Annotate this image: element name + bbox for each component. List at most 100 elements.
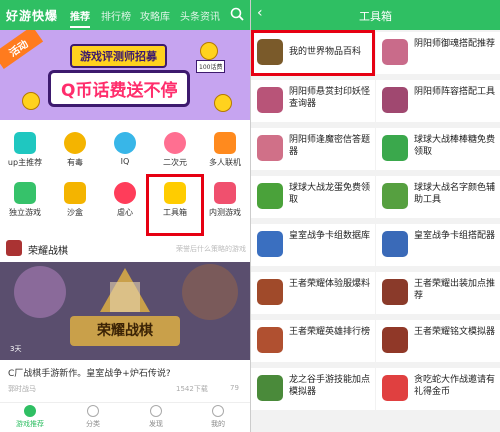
tool-name: 皇室战争卡组搭配器 — [414, 231, 496, 241]
clash-royale-icon — [257, 231, 283, 257]
ball-battle-icon — [382, 135, 408, 161]
tool-item[interactable]: 球球大战名字颜色辅助工具 — [376, 176, 500, 218]
category-heartbreak[interactable]: 虐心 — [100, 182, 150, 218]
grid-icon — [87, 405, 99, 417]
page-title: 工具箱 — [359, 10, 392, 23]
coin-icon — [22, 92, 40, 110]
featured-image[interactable]: 荣耀战棋 3天 — [0, 262, 250, 360]
tool-name: 皇室战争卡组数据库 — [289, 231, 371, 241]
search-icon[interactable] — [230, 7, 244, 21]
skull-icon — [64, 132, 86, 154]
category-grid: up主推荐 有毒 IQ 二次元 多人联机 独立游戏 沙盒 虐心 工具箱 内测游戏 — [0, 124, 250, 232]
tool-item[interactable]: 阴阳师悬赏封印妖怪查询器 — [251, 80, 375, 122]
category-anime[interactable]: 二次元 — [150, 132, 200, 168]
category-multiplayer[interactable]: 多人联机 — [200, 132, 250, 168]
download-count: 1542下载 — [176, 385, 208, 393]
highlight-toolbox — [146, 174, 204, 236]
honor-of-kings-icon — [257, 327, 283, 353]
tab-ranking[interactable]: 排行榜 — [101, 8, 131, 23]
like-count[interactable]: 79 — [230, 384, 239, 392]
tab-news[interactable]: 头条资讯 — [180, 8, 220, 23]
tool-item[interactable]: 皇室战争卡组搭配器 — [376, 224, 500, 266]
smile-icon — [164, 132, 186, 154]
category-iq[interactable]: IQ — [100, 132, 150, 166]
app-logo: 好游快爆 — [6, 9, 59, 23]
tool-item[interactable]: 阴阳师御魂搭配推荐 — [376, 32, 500, 74]
banner-headline: 游戏评测师招募 — [70, 44, 167, 68]
tool-name: 阴阳师阵容搭配工具 — [414, 87, 496, 97]
nav-category[interactable]: 分类 — [73, 405, 113, 429]
tool-name: 贪吃蛇大作战邀请有礼得金币 — [414, 375, 496, 397]
category-label: 独立游戏 — [9, 208, 41, 217]
category-label: 多人联机 — [209, 158, 241, 167]
promo-banner[interactable]: 活动 游戏评测师招募 Q币话费送不停 100话费 — [0, 30, 250, 120]
banner-slogan: Q币话费送不停 — [48, 70, 191, 107]
toolbox-header: ‹ 工具箱 — [251, 0, 500, 30]
ball-battle-icon — [382, 183, 408, 209]
category-sandbox[interactable]: 沙盒 — [50, 182, 100, 218]
category-indie[interactable]: 独立游戏 — [0, 182, 50, 218]
tool-item[interactable]: 王者荣耀出装加点推荐 — [376, 272, 500, 314]
tool-item[interactable]: 阴阳师阵容搭配工具 — [376, 80, 500, 122]
coin-icon — [200, 42, 218, 60]
ball-battle-icon — [257, 183, 283, 209]
tool-item[interactable]: 球球大战棒棒糖免费领取 — [376, 128, 500, 170]
user-icon — [212, 405, 224, 417]
section-subtitle: 荣誉后什么策略的游戏 — [176, 245, 246, 253]
tv-icon — [14, 132, 36, 154]
category-label: 内测游戏 — [209, 208, 241, 217]
snake-icon — [382, 375, 408, 401]
left-panel: 好游快爆 推荐 排行榜 攻略库 头条资讯 活动 游戏评测师招募 Q币话费送不停 … — [0, 0, 250, 432]
section-title: 荣耀战棋 — [28, 246, 68, 257]
tool-item[interactable]: 王者荣耀英雄排行榜 — [251, 320, 375, 362]
tool-name: 阴阳师御魂搭配推荐 — [414, 39, 496, 49]
nav-label: 分类 — [86, 420, 100, 428]
tool-name: 阴阳师悬赏封印妖怪查询器 — [289, 87, 371, 109]
hero-game-title: 荣耀战棋 — [70, 316, 180, 346]
featured-section-header[interactable]: 荣耀战棋 荣誉后什么策略的游戏 — [0, 238, 250, 260]
screen: 好游快爆 推荐 排行榜 攻略库 头条资讯 活动 游戏评测师招募 Q币话费送不停 … — [0, 0, 500, 432]
category-toxic[interactable]: 有毒 — [50, 132, 100, 168]
tool-item[interactable]: 贪吃蛇大作战邀请有礼得金币 — [376, 368, 500, 410]
tool-item[interactable]: 王者荣耀体验服爆料 — [251, 272, 375, 314]
category-beta[interactable]: 内测游戏 — [200, 182, 250, 218]
beta-icon — [214, 182, 236, 204]
nav-label: 我的 — [211, 420, 225, 428]
category-label: 虐心 — [117, 208, 133, 217]
top-bar: 好游快爆 推荐 排行榜 攻略库 头条资讯 — [0, 0, 250, 30]
onmyoji-icon — [382, 87, 408, 113]
clash-royale-icon — [382, 231, 408, 257]
nav-recommend[interactable]: 游戏推荐 — [10, 405, 50, 429]
nav-profile[interactable]: 我的 — [198, 405, 238, 429]
tool-name: 球球大战棒棒糖免费领取 — [414, 135, 496, 157]
onmyoji-icon — [257, 87, 283, 113]
tab-recommend[interactable]: 推荐 — [70, 8, 90, 28]
category-label: 二次元 — [163, 158, 187, 167]
tool-item[interactable]: 皇室战争卡组数据库 — [251, 224, 375, 266]
author-label: 郭时战马 — [8, 385, 36, 393]
tool-name: 球球大战名字颜色辅助工具 — [414, 183, 496, 205]
tool-name: 王者荣耀出装加点推荐 — [414, 279, 496, 301]
onmyoji-icon — [382, 39, 408, 65]
nav-discover[interactable]: 发现 — [136, 405, 176, 429]
category-up-recommend[interactable]: up主推荐 — [0, 132, 50, 168]
tool-item[interactable]: 阴阳师逢魔密信答题器 — [251, 128, 375, 170]
tool-name: 王者荣耀铭文模拟器 — [414, 327, 496, 337]
puzzle-icon — [14, 182, 36, 204]
box-icon — [64, 182, 86, 204]
nav-label: 发现 — [149, 420, 163, 428]
honor-of-kings-icon — [257, 279, 283, 305]
bottom-nav: 游戏推荐 分类 发现 我的 — [0, 402, 250, 432]
featured-description[interactable]: C厂战棋手游新作。皇室战争+炉石传说? — [8, 366, 171, 379]
nav-label: 游戏推荐 — [16, 420, 44, 428]
home-icon — [24, 405, 36, 417]
tool-item[interactable]: 王者荣耀铭文模拟器 — [376, 320, 500, 362]
activity-badge: 活动 — [0, 30, 44, 70]
tool-item[interactable]: 球球大战龙蛋免费领取 — [251, 176, 375, 218]
onmyoji-icon — [257, 135, 283, 161]
banner-tag: 100话费 — [196, 60, 226, 73]
tool-item[interactable]: 龙之谷手游技能加点模拟器 — [251, 368, 375, 410]
brain-icon — [114, 132, 136, 154]
tab-guides[interactable]: 攻略库 — [140, 8, 170, 23]
game-avatar — [6, 240, 22, 256]
